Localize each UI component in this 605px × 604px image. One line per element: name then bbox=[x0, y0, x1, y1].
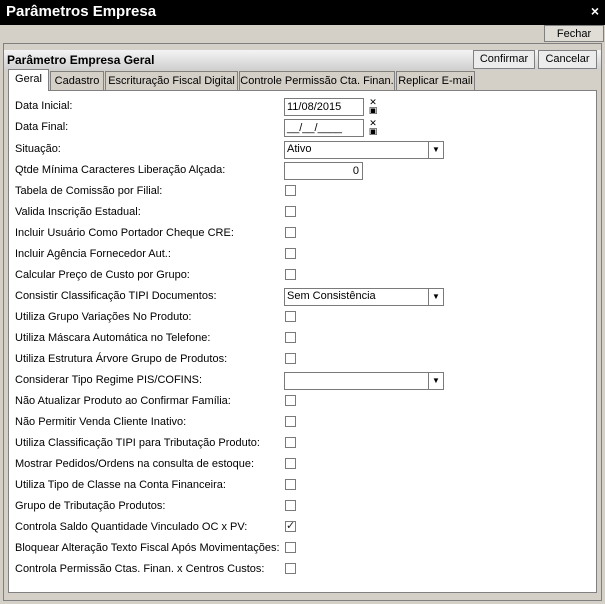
nao-permitir-checkbox[interactable] bbox=[285, 416, 296, 427]
field-label: Utiliza Classificação TIPI para Tributaç… bbox=[15, 437, 260, 449]
chevron-down-icon: ▼ bbox=[428, 373, 443, 389]
field-label: Situação: bbox=[15, 143, 61, 155]
tabela-comissao-checkbox[interactable] bbox=[285, 185, 296, 196]
row-mascara-telefone: Utiliza Máscara Automática no Telefone: bbox=[15, 330, 590, 348]
qtde-input[interactable]: 0 bbox=[284, 162, 363, 180]
grupo-tributacao-checkbox[interactable] bbox=[285, 500, 296, 511]
settings-panel: Parâmetro Empresa Geral Confirmar Cancel… bbox=[3, 43, 602, 601]
controla-saldo-checkbox[interactable] bbox=[285, 519, 296, 532]
field-label: Grupo de Tributação Produtos: bbox=[15, 500, 166, 512]
field-label: Tabela de Comissão por Filial: bbox=[15, 185, 163, 197]
field-label: Utiliza Estrutura Árvore Grupo de Produt… bbox=[15, 353, 228, 365]
grupo-variacoes-checkbox[interactable] bbox=[285, 311, 296, 322]
data-inicial-input[interactable]: 11/08/2015 bbox=[284, 98, 364, 116]
row-valida-ie: Valida Inscrição Estadual: bbox=[15, 204, 590, 222]
calcular-preco-checkbox[interactable] bbox=[285, 269, 296, 280]
field-label: Data Inicial: bbox=[15, 100, 73, 112]
tab-replicar-email[interactable]: Replicar E-mail bbox=[396, 71, 475, 90]
row-nao-atualizar: Não Atualizar Produto ao Confirmar Famíl… bbox=[15, 393, 590, 411]
row-grupo-tributacao: Grupo de Tributação Produtos: bbox=[15, 498, 590, 516]
consistir-tipi-select[interactable]: Sem Consistência ▼ bbox=[284, 288, 444, 306]
row-bloquear-alteracao: Bloquear Alteração Texto Fiscal Após Mov… bbox=[15, 540, 590, 558]
tipo-classe-checkbox[interactable] bbox=[285, 479, 296, 490]
mostrar-pedidos-checkbox[interactable] bbox=[285, 458, 296, 469]
row-controla-saldo: Controla Saldo Quantidade Vinculado OC x… bbox=[15, 519, 590, 537]
incluir-usuario-checkbox[interactable] bbox=[285, 227, 296, 238]
field-label: Mostrar Pedidos/Ordens na consulta de es… bbox=[15, 458, 255, 470]
cancel-button[interactable]: Cancelar bbox=[538, 50, 597, 69]
field-label: Incluir Usuário Como Portador Cheque CRE… bbox=[15, 227, 234, 239]
row-data-inicial: Data Inicial: 11/08/2015 ✕ ▣ bbox=[15, 98, 590, 116]
row-classif-tipi: Utiliza Classificação TIPI para Tributaç… bbox=[15, 435, 590, 453]
close-button[interactable]: Fechar bbox=[544, 25, 604, 42]
row-controla-permissao: Controla Permissão Ctas. Finan. x Centro… bbox=[15, 561, 590, 579]
field-label: Não Atualizar Produto ao Confirmar Famíl… bbox=[15, 395, 231, 407]
select-value: Sem Consistência bbox=[287, 290, 376, 302]
row-nao-permitir: Não Permitir Venda Cliente Inativo: bbox=[15, 414, 590, 432]
toolbar: Fechar bbox=[0, 25, 605, 43]
tab-content-geral: Data Inicial: 11/08/2015 ✕ ▣ Data Final: … bbox=[8, 90, 597, 593]
field-label: Considerar Tipo Regime PIS/COFINS: bbox=[15, 374, 203, 386]
field-label: Valida Inscrição Estadual: bbox=[15, 206, 141, 218]
title-bar: Parâmetros Empresa × bbox=[0, 0, 605, 25]
field-label: Controla Permissão Ctas. Finan. x Centro… bbox=[15, 563, 265, 575]
controla-permissao-checkbox[interactable] bbox=[285, 563, 296, 574]
row-estrutura-arvore: Utiliza Estrutura Árvore Grupo de Produt… bbox=[15, 351, 590, 369]
row-calcular-preco: Calcular Preço de Custo por Grupo: bbox=[15, 267, 590, 285]
field-label: Controla Saldo Quantidade Vinculado OC x… bbox=[15, 521, 248, 533]
tab-controle-permissao[interactable]: Controle Permissão Cta. Finan. bbox=[239, 71, 395, 90]
regime-pis-select[interactable]: ▼ bbox=[284, 372, 444, 390]
row-situacao: Situação: Ativo ▼ bbox=[15, 141, 590, 159]
situacao-select[interactable]: Ativo ▼ bbox=[284, 141, 444, 159]
date-clear-icon[interactable]: ✕ ▣ bbox=[366, 119, 380, 137]
incluir-agencia-checkbox[interactable] bbox=[285, 248, 296, 259]
field-label: Bloquear Alteração Texto Fiscal Após Mov… bbox=[15, 542, 280, 554]
row-regime-pis: Considerar Tipo Regime PIS/COFINS: ▼ bbox=[15, 372, 590, 390]
row-mostrar-pedidos: Mostrar Pedidos/Ordens na consulta de es… bbox=[15, 456, 590, 474]
row-grupo-variacoes: Utiliza Grupo Variações No Produto: bbox=[15, 309, 590, 327]
tab-escrituracao-fiscal[interactable]: Escrituração Fiscal Digital bbox=[105, 71, 238, 90]
close-icon[interactable]: × bbox=[591, 3, 599, 19]
mascara-telefone-checkbox[interactable] bbox=[285, 332, 296, 343]
estrutura-arvore-checkbox[interactable] bbox=[285, 353, 296, 364]
field-label: Calcular Preço de Custo por Grupo: bbox=[15, 269, 190, 281]
row-incluir-agencia: Incluir Agência Fornecedor Aut.: bbox=[15, 246, 590, 264]
field-label: Utiliza Grupo Variações No Produto: bbox=[15, 311, 192, 323]
field-label: Consistir Classificação TIPI Documentos: bbox=[15, 290, 217, 302]
chevron-down-icon: ▼ bbox=[428, 142, 443, 158]
panel-header: Parâmetro Empresa Geral Confirmar Cancel… bbox=[4, 50, 601, 70]
bloquear-alteracao-checkbox[interactable] bbox=[285, 542, 296, 553]
field-label: Utiliza Máscara Automática no Telefone: bbox=[15, 332, 211, 344]
window-title: Parâmetros Empresa bbox=[6, 3, 157, 20]
date-clear-icon[interactable]: ✕ ▣ bbox=[366, 98, 380, 116]
panel-title: Parâmetro Empresa Geral bbox=[7, 53, 155, 67]
row-tipo-classe: Utiliza Tipo de Classe na Conta Financei… bbox=[15, 477, 590, 495]
field-label: Não Permitir Venda Cliente Inativo: bbox=[15, 416, 187, 428]
tab-cadastro[interactable]: Cadastro bbox=[50, 71, 104, 90]
chevron-down-icon: ▼ bbox=[428, 289, 443, 305]
field-label: Incluir Agência Fornecedor Aut.: bbox=[15, 248, 171, 260]
data-final-input[interactable]: __/__/____ bbox=[284, 119, 364, 137]
row-tabela-comissao: Tabela de Comissão por Filial: bbox=[15, 183, 590, 201]
field-label: Utiliza Tipo de Classe na Conta Financei… bbox=[15, 479, 226, 491]
classif-tipi-checkbox[interactable] bbox=[285, 437, 296, 448]
row-data-final: Data Final: __/__/____ ✕ ▣ bbox=[15, 119, 590, 137]
row-consistir-tipi: Consistir Classificação TIPI Documentos:… bbox=[15, 288, 590, 306]
row-incluir-usuario: Incluir Usuário Como Portador Cheque CRE… bbox=[15, 225, 590, 243]
field-label: Data Final: bbox=[15, 121, 69, 133]
valida-ie-checkbox[interactable] bbox=[285, 206, 296, 217]
tab-geral[interactable]: Geral bbox=[8, 69, 49, 91]
nao-atualizar-checkbox[interactable] bbox=[285, 395, 296, 406]
confirm-button[interactable]: Confirmar bbox=[473, 50, 535, 69]
row-qtde: Qtde Mínima Caracteres Liberação Alçada:… bbox=[15, 162, 590, 180]
select-value: Ativo bbox=[287, 143, 312, 155]
field-label: Qtde Mínima Caracteres Liberação Alçada: bbox=[15, 164, 226, 176]
